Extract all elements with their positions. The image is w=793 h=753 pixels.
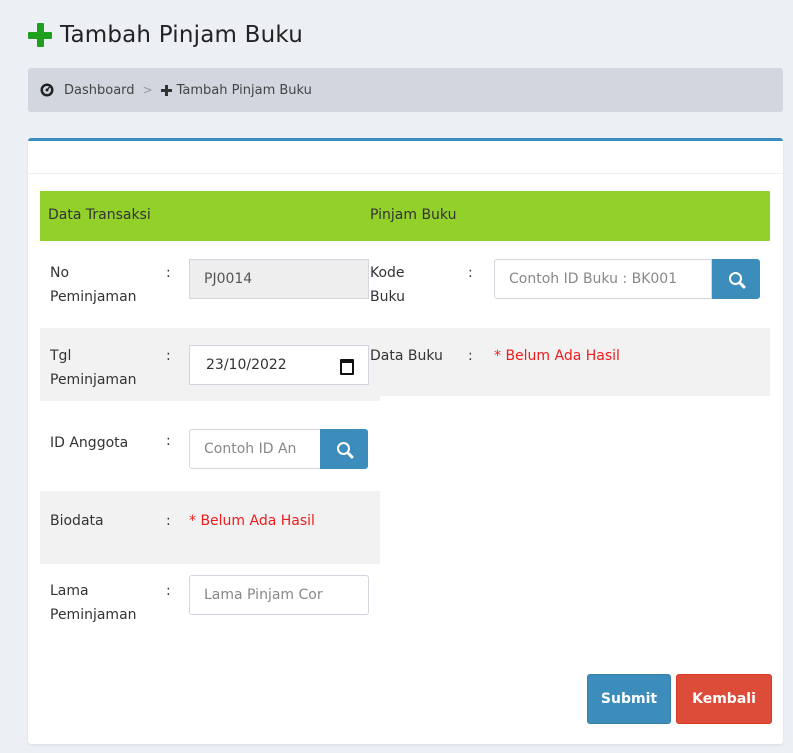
data-buku-label: Data Buku — [370, 348, 443, 364]
dashboard-icon — [40, 83, 54, 97]
kembali-button[interactable]: Kembali — [676, 674, 772, 724]
tgl-peminjaman-value: 23/10/2022 — [206, 357, 287, 373]
section-title-pinjam-buku: Pinjam Buku — [370, 207, 457, 223]
tgl-peminjaman-date-input[interactable]: 23/10/2022 — [189, 345, 369, 385]
id-anggota-label: ID Anggota — [50, 435, 129, 451]
plus-icon — [160, 84, 172, 96]
kode-buku-label: Kode Buku — [370, 265, 406, 305]
kode-buku-input[interactable] — [494, 259, 712, 299]
search-buku-button[interactable] — [712, 259, 760, 299]
data-buku-colon: : — [468, 348, 473, 364]
box-header — [28, 141, 783, 174]
page-title: Tambah Pinjam Buku — [60, 22, 303, 48]
lama-peminjaman-label: Lama Peminjaman — [50, 583, 137, 623]
no-peminjaman-field[interactable] — [189, 259, 369, 299]
tgl-peminjaman-colon: : — [166, 348, 171, 364]
id-anggota-input[interactable] — [189, 429, 321, 469]
form-box: Data Transaksi Pinjam Buku No Peminjaman… — [28, 138, 783, 744]
no-peminjaman-label: No Peminjaman — [50, 265, 137, 305]
breadcrumb-home-label: Dashboard — [64, 82, 135, 98]
breadcrumb-separator: > — [142, 83, 153, 97]
no-peminjaman-colon: : — [166, 265, 171, 281]
submit-button[interactable]: Submit — [587, 674, 671, 724]
breadcrumb-current-label: Tambah Pinjam Buku — [176, 82, 312, 98]
lama-peminjaman-colon: : — [166, 583, 171, 599]
biodata-status: * Belum Ada Hasil — [189, 513, 315, 529]
search-icon — [729, 272, 742, 285]
section-header-bar: Data Transaksi Pinjam Buku — [40, 191, 770, 241]
section-title-transaksi: Data Transaksi — [48, 207, 151, 223]
breadcrumb: Dashboard > Tambah Pinjam Buku — [28, 68, 783, 112]
page-header: Tambah Pinjam Buku — [28, 22, 303, 48]
lama-peminjaman-input[interactable] — [189, 575, 369, 615]
breadcrumb-current: Tambah Pinjam Buku — [160, 82, 312, 98]
data-buku-status: * Belum Ada Hasil — [494, 348, 620, 364]
kode-buku-colon: : — [468, 265, 473, 281]
breadcrumb-home-link[interactable]: Dashboard — [40, 83, 135, 98]
plus-icon — [28, 23, 52, 47]
tgl-peminjaman-label: Tgl Peminjaman — [50, 348, 137, 388]
biodata-colon: : — [166, 513, 171, 529]
biodata-label: Biodata — [50, 513, 104, 529]
calendar-icon[interactable] — [340, 359, 354, 375]
id-anggota-colon: : — [166, 433, 171, 449]
search-icon — [337, 442, 350, 455]
search-anggota-button[interactable] — [320, 429, 368, 469]
